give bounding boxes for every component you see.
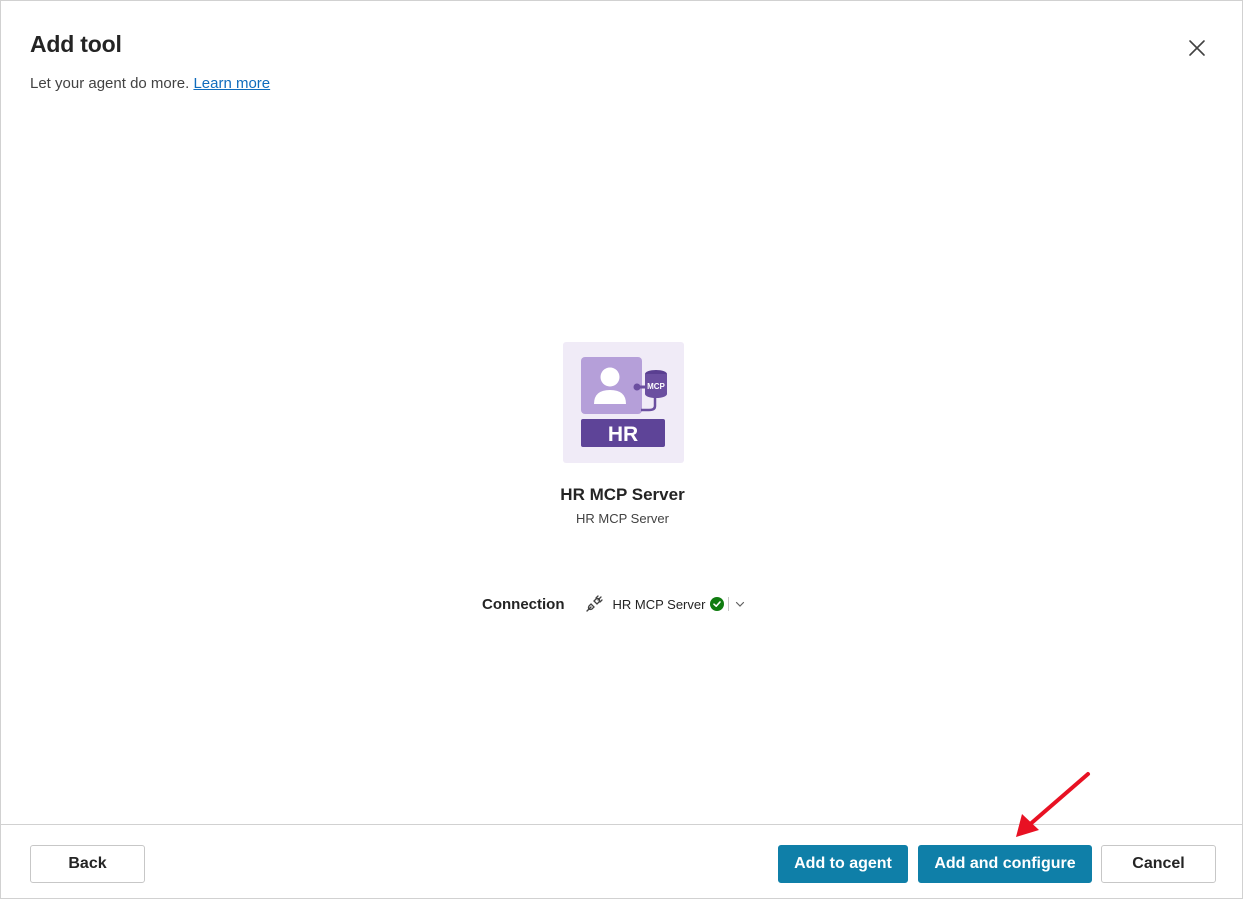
tool-icon-card: MCP HR — [563, 342, 684, 463]
back-button[interactable]: Back — [30, 845, 145, 883]
connection-label: Connection — [482, 595, 565, 613]
subtitle-text: Let your agent do more. — [30, 75, 190, 92]
mcp-badge-text: MCP — [647, 382, 665, 391]
plug-icon — [585, 595, 603, 612]
add-and-configure-button[interactable]: Add and configure — [918, 845, 1092, 883]
learn-more-link[interactable]: Learn more — [193, 75, 270, 92]
connection-dropdown[interactable]: HR MCP Server — [583, 593, 746, 615]
tool-description: HR MCP Server — [576, 511, 669, 526]
chevron-down-icon — [736, 601, 745, 607]
hr-banner-text: HR — [608, 423, 638, 446]
cancel-button[interactable]: Cancel — [1101, 845, 1216, 883]
hr-mcp-server-icon: MCP HR — [581, 357, 667, 447]
tool-name: HR MCP Server — [560, 485, 685, 504]
footer-divider — [1, 824, 1243, 825]
connection-row: Connection HR MCP Server — [482, 591, 745, 617]
checkmark-circle-icon — [710, 597, 725, 611]
close-icon — [1189, 40, 1205, 56]
connection-value: HR MCP Server — [612, 596, 706, 612]
close-button[interactable] — [1182, 33, 1212, 63]
dialog-title: Add tool — [30, 31, 122, 57]
add-tool-dialog: Add tool Let your agent do more. Learn m… — [0, 0, 1243, 899]
dialog-subtitle: Let your agent do more. Learn more — [30, 75, 270, 92]
dropdown-separator — [728, 597, 730, 611]
annotation-arrow-icon — [1016, 772, 1090, 837]
add-to-agent-button[interactable]: Add to agent — [778, 845, 908, 883]
